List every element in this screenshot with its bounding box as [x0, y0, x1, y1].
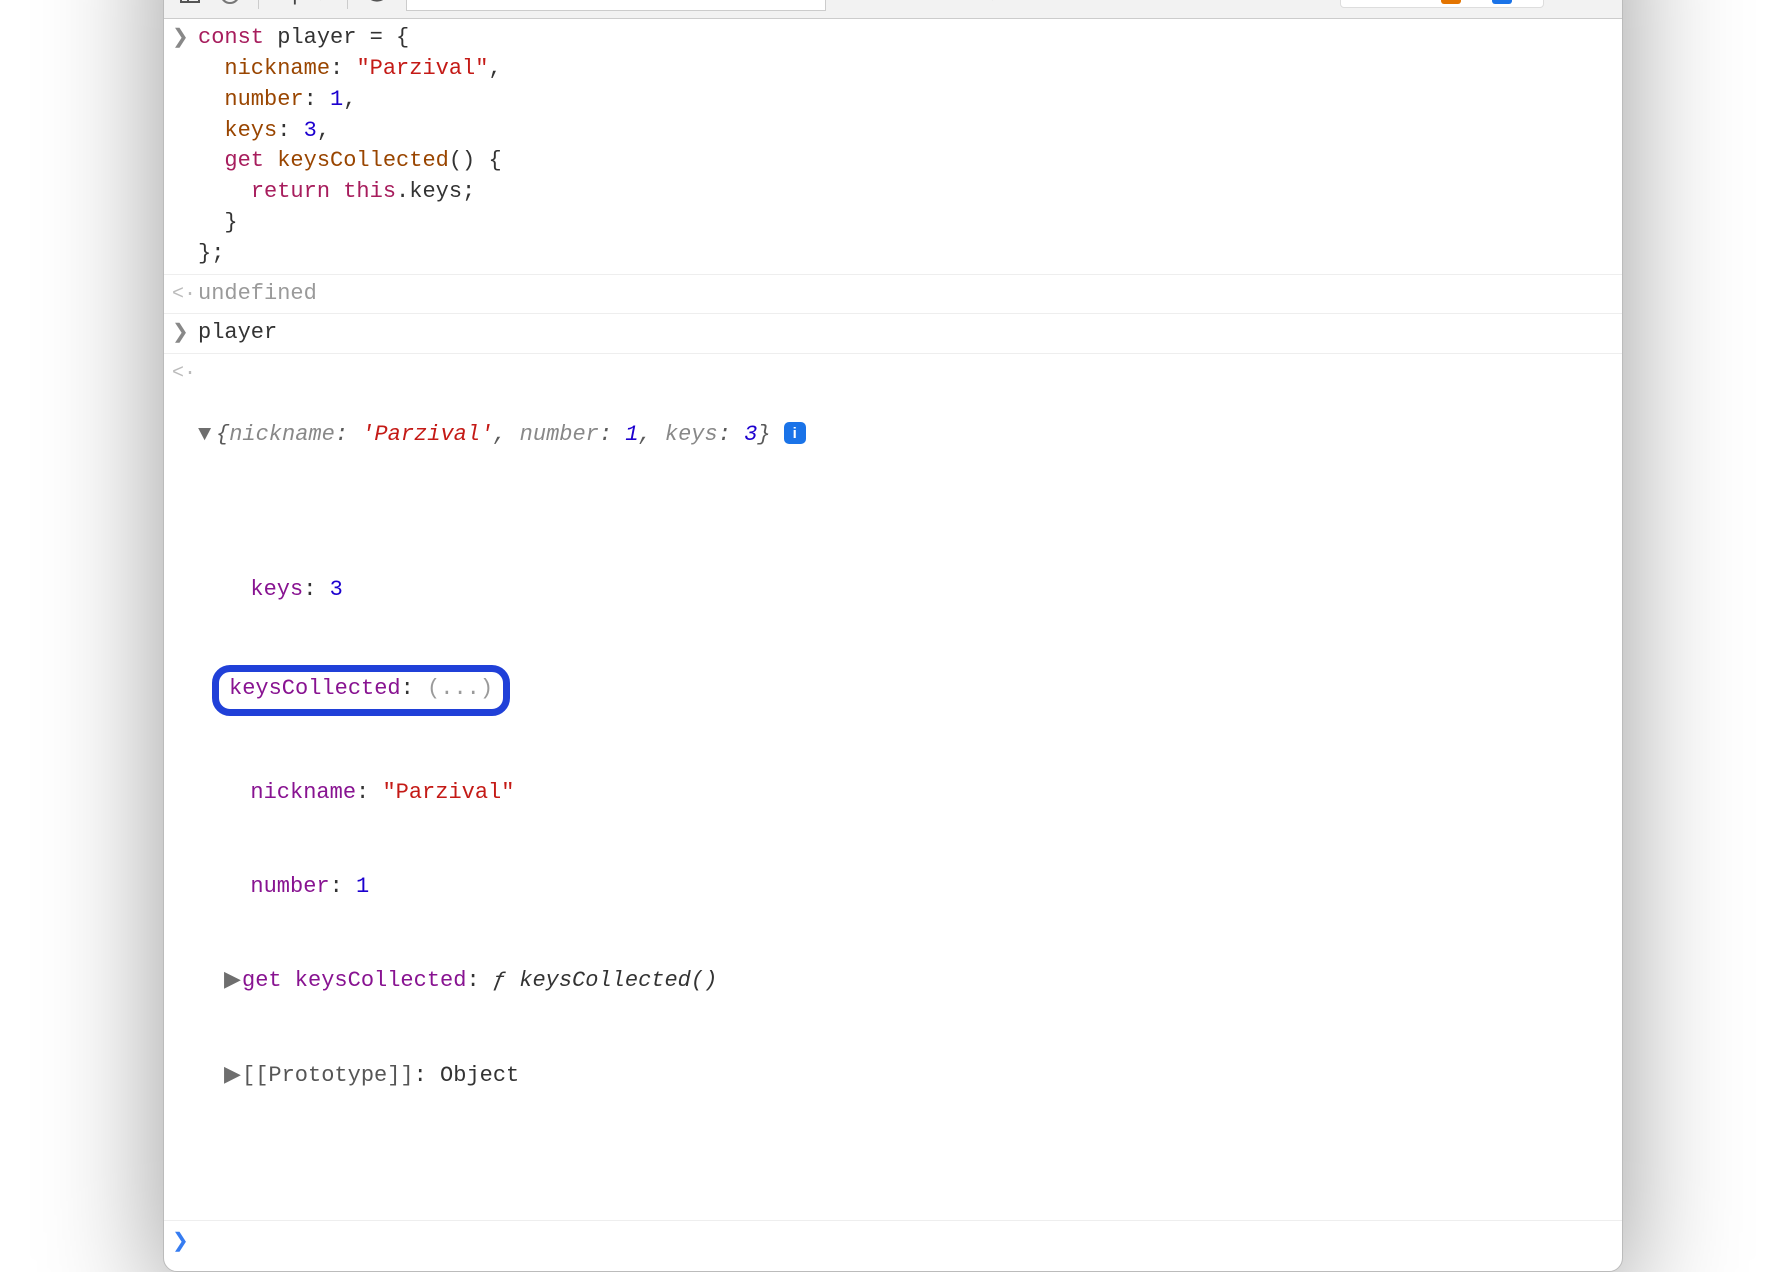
getter-ellipsis[interactable]: (...)	[427, 676, 493, 701]
prompt-chevron-icon: ❯	[172, 1227, 198, 1257]
property-row-highlighted[interactable]: keysCollected: (...)	[224, 668, 1612, 715]
prototype-row[interactable]: ▶[[Prototype]]: Object	[224, 1060, 1612, 1093]
warning-icon: !	[1441, 0, 1461, 4]
info-badge-icon[interactable]: i	[784, 422, 806, 444]
console-input-row: ❯ player	[164, 314, 1622, 354]
getter-key: get keysCollected	[242, 968, 466, 993]
object-preview-line[interactable]: ▼{nickname: 'Parzival', number: 1, keys:…	[198, 420, 1612, 451]
chevron-down-icon: ▼	[982, 0, 1003, 6]
output-chevron-icon: <·	[172, 358, 198, 1216]
console-messages: ❯ const player = { nickname: "Parzival",…	[164, 19, 1622, 1270]
filter-input[interactable]	[406, 0, 826, 11]
log-levels-value: Default levels	[850, 0, 976, 6]
prop-key: number	[250, 874, 329, 899]
console-toolbar: top ▼ Default levels ▼ 3 Issues: ! 1 ❐ 2	[164, 0, 1622, 19]
chevron-down-icon: ▼	[310, 0, 331, 6]
clear-console-icon[interactable]	[218, 0, 242, 6]
property-row[interactable]: keys: 3	[224, 574, 1612, 607]
input-chevron-icon: ❯	[172, 23, 198, 269]
console-result-row: <· undefined	[164, 275, 1622, 315]
expand-arrow-icon[interactable]: ▼	[198, 420, 216, 451]
console-code-input[interactable]: const player = { nickname: "Parzival", n…	[198, 23, 1612, 269]
prop-key: keysCollected	[229, 676, 401, 701]
console-prompt-input[interactable]	[198, 1227, 1612, 1257]
function-f-icon: ƒ	[493, 968, 519, 993]
execution-context-selector[interactable]: top ▼	[275, 0, 331, 6]
proto-key: [[Prototype]]	[242, 1063, 414, 1088]
devtools-window: DevTools - www.google.com/ Elements Cons…	[163, 0, 1623, 1272]
proto-value: Object	[440, 1063, 519, 1088]
live-expression-eye-icon[interactable]	[364, 0, 390, 7]
prop-key: nickname	[250, 780, 356, 805]
issues-label: 3 Issues:	[1351, 0, 1431, 5]
prop-key: keys	[250, 577, 303, 602]
object-result: ▼{nickname: 'Parzival', number: 1, keys:…	[198, 358, 1612, 1216]
getter-value: keysCollected()	[519, 968, 717, 993]
issues-summary[interactable]: 3 Issues: ! 1 ❐ 2	[1340, 0, 1544, 8]
console-eval-input[interactable]: player	[198, 318, 1612, 349]
result-undefined: undefined	[198, 279, 1612, 310]
execution-context-value: top	[275, 0, 304, 6]
object-tree: keys: 3 keysCollected: (...) nickname: "…	[198, 512, 1612, 1154]
log-levels-selector[interactable]: Default levels ▼	[850, 0, 1003, 6]
console-input-row: ❯ const player = { nickname: "Parzival",…	[164, 19, 1622, 274]
property-row[interactable]: nickname: "Parzival"	[224, 777, 1612, 810]
console-sidebar-toggle-icon[interactable]	[178, 0, 202, 6]
console-prompt-row[interactable]: ❯	[164, 1221, 1622, 1271]
getter-row[interactable]: ▶get keysCollected: ƒ keysCollected()	[224, 965, 1612, 998]
issues-info-count: 2	[1522, 0, 1533, 5]
issues-warn-count: 1	[1471, 0, 1482, 5]
console-result-row: <· ▼{nickname: 'Parzival', number: 1, ke…	[164, 354, 1622, 1221]
expand-arrow-icon[interactable]: ▶	[224, 966, 242, 997]
prop-value: 3	[330, 577, 343, 602]
prop-value: "Parzival"	[382, 780, 514, 805]
input-chevron-icon: ❯	[172, 318, 198, 349]
expand-arrow-icon[interactable]: ▶	[224, 1061, 242, 1092]
prop-value: 1	[356, 874, 369, 899]
info-icon: ❐	[1492, 0, 1512, 4]
property-row[interactable]: number: 1	[224, 871, 1612, 904]
output-chevron-icon: <·	[172, 279, 198, 310]
console-settings-gear-icon[interactable]	[1572, 0, 1608, 9]
